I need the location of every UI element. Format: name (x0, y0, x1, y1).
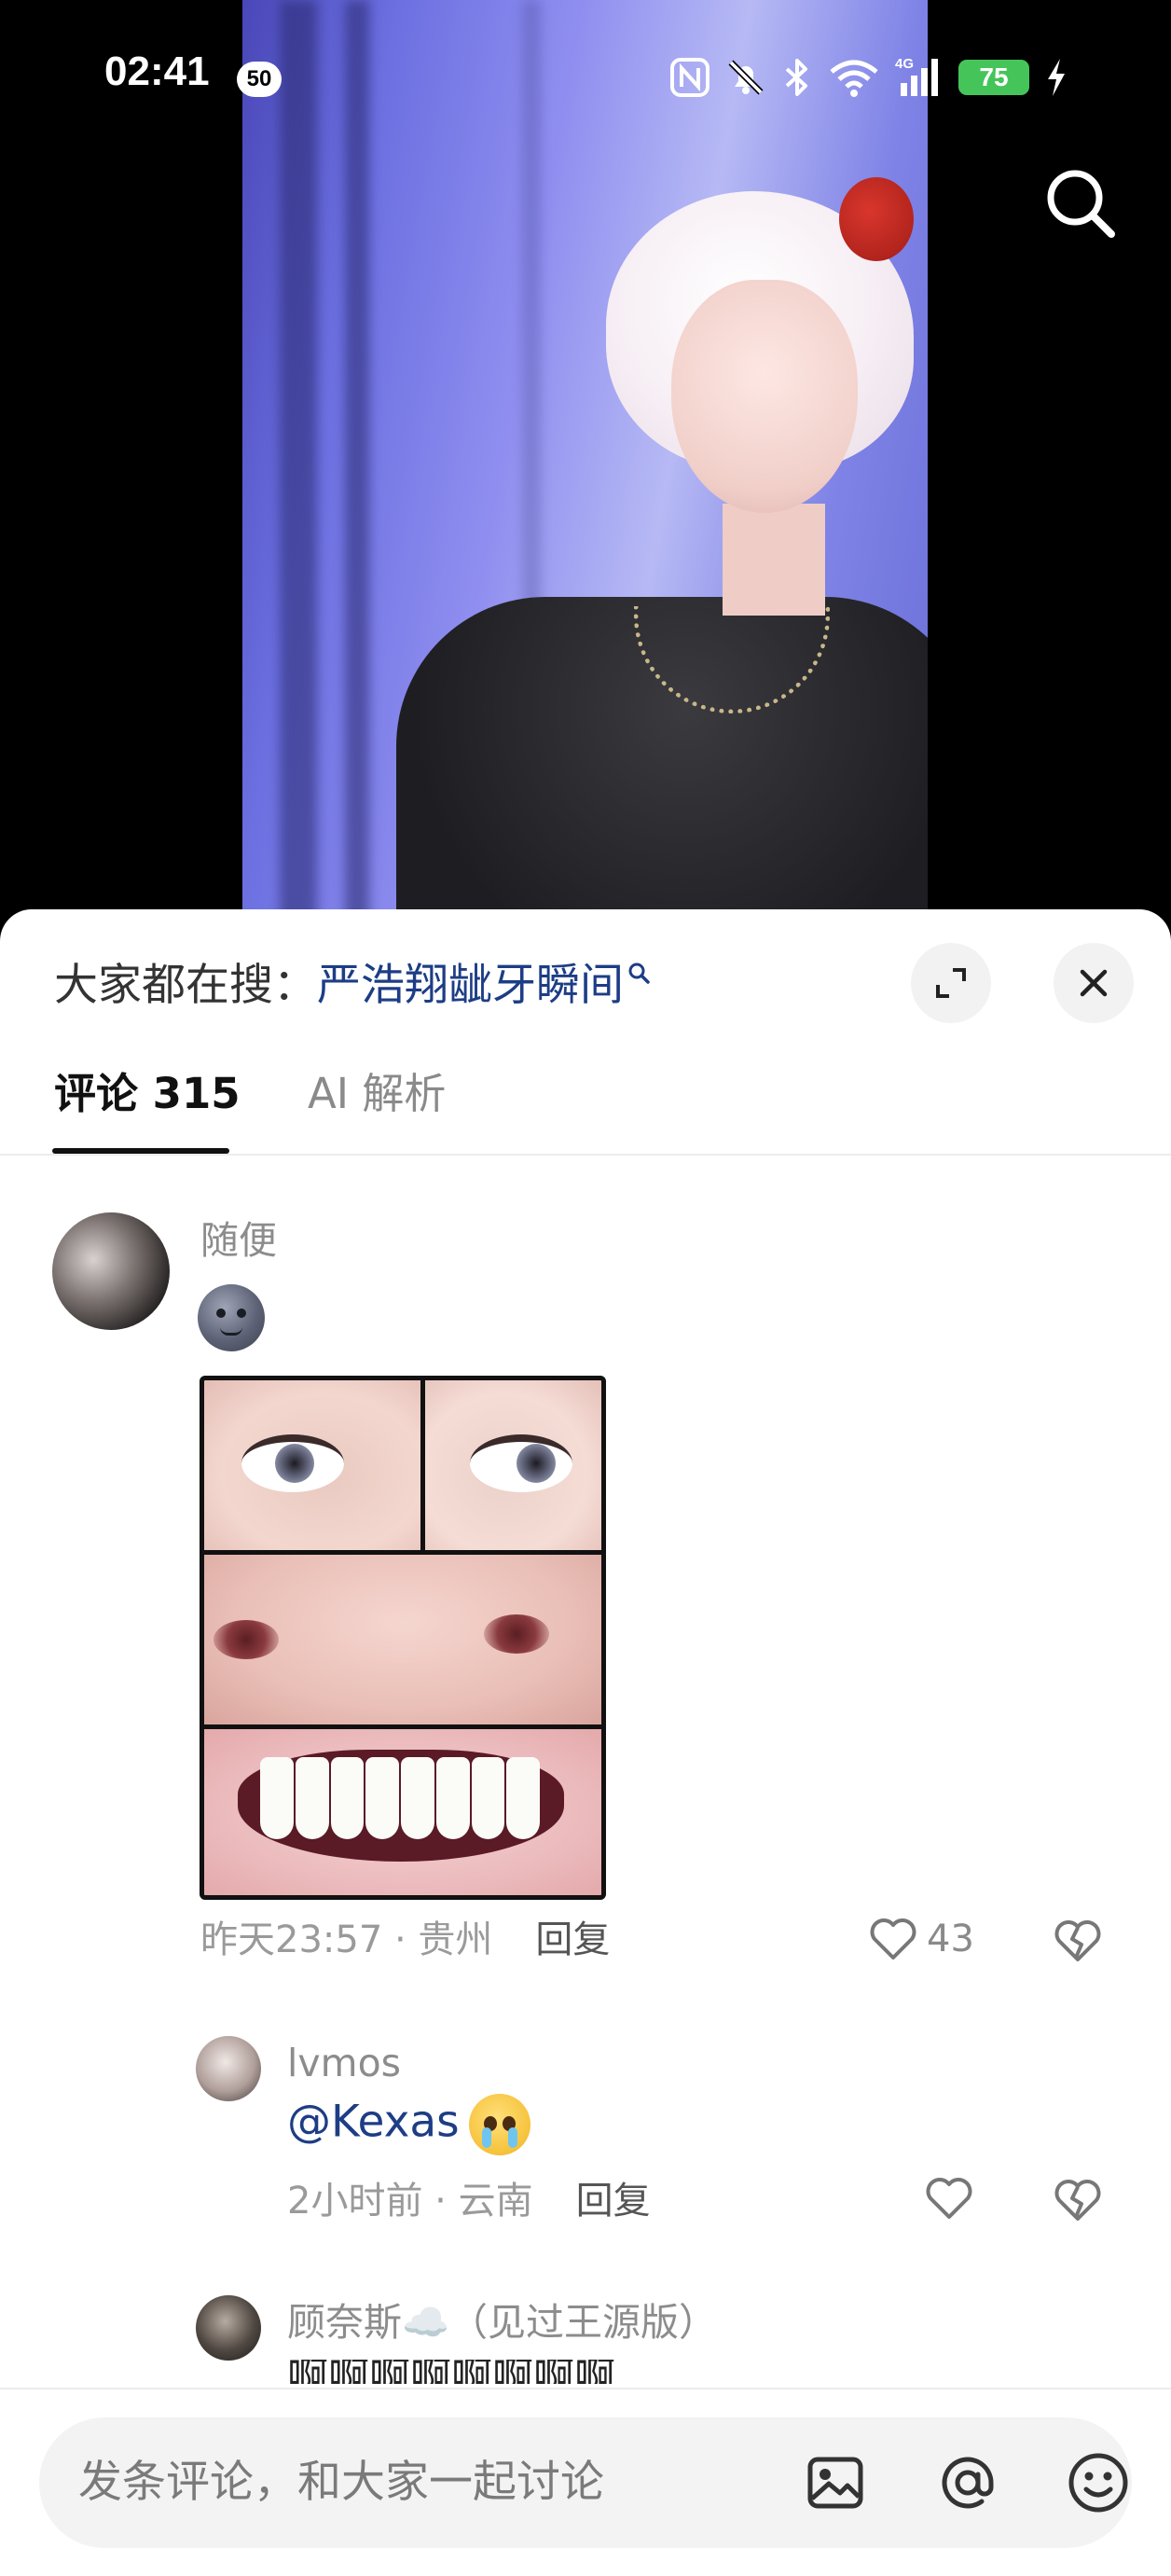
comment-sheet: 大家都在搜：严浩翔龇牙瞬间 评论 315 AI 解析 随便 昨天23:57 · … (0, 909, 1171, 2574)
comment-input-placeholder: 发条评论，和大家一起讨论 (78, 2457, 604, 2508)
comment-time-location: 昨天23:57 · 贵州 (200, 1918, 493, 1961)
broken-heart-icon (1054, 2180, 1101, 2221)
svg-text:4G: 4G (895, 56, 914, 72)
emoji-button[interactable] (1065, 2449, 1132, 2516)
heart-icon (870, 1918, 916, 1960)
comment-username[interactable]: 随便 (200, 1217, 277, 1264)
trending-search-term[interactable]: 严浩翔龇牙瞬间 (317, 960, 624, 1011)
battery-icon: 75 (958, 60, 1029, 95)
search-icon (1047, 170, 1115, 238)
expand-icon (936, 968, 966, 998)
reply-meta: 2小时前 · 云南 回复 (287, 2178, 651, 2224)
trending-search[interactable]: 大家都在搜：严浩翔龇牙瞬间 (54, 958, 652, 1014)
avatar[interactable] (196, 2295, 261, 2361)
dislike-button[interactable] (1052, 2176, 1104, 2228)
status-time: 02:41 (104, 48, 210, 94)
like-button[interactable] (923, 2174, 975, 2223)
small-search-icon (628, 963, 650, 984)
status-icons: 4G 75 (669, 54, 1068, 101)
search-button[interactable] (1040, 163, 1121, 243)
hair-clip-bear (839, 177, 914, 261)
bluetooth-icon (785, 59, 807, 96)
collage-teeth (204, 1729, 601, 1895)
avatar[interactable] (196, 2036, 261, 2101)
notification-count-badge: 50 (237, 62, 282, 97)
at-icon (942, 2457, 994, 2509)
reply-text: @Kexas (287, 2094, 530, 2155)
dislike-button[interactable] (1052, 1917, 1104, 1969)
reply-username[interactable]: lvmos (287, 2040, 401, 2086)
charging-icon (1048, 59, 1065, 96)
person-face (671, 280, 858, 513)
signal-4g-icon: 4G (895, 56, 938, 96)
reply-time-location: 2小时前 · 云南 (287, 2180, 533, 2223)
reply-username[interactable]: 顾奈斯☁️（见过王源版） (287, 2299, 717, 2346)
close-button[interactable] (1054, 943, 1134, 1023)
image-button[interactable] (802, 2449, 869, 2516)
comment-input[interactable]: 发条评论，和大家一起讨论 (39, 2417, 1132, 2548)
crying-face-emoji (468, 2094, 530, 2155)
comment-tabs: 评论 315 AI 解析 (0, 1068, 1171, 1156)
comment-image[interactable] (200, 1376, 606, 1900)
reply-button[interactable]: 回复 (535, 1918, 610, 1961)
reply-text: 啊啊啊啊啊啊啊啊 (287, 2360, 615, 2384)
trending-search-prefix: 大家都在搜： (54, 960, 317, 1011)
image-icon (807, 2457, 863, 2509)
active-tab-indicator (52, 1148, 229, 1154)
mention-button[interactable] (934, 2449, 1001, 2516)
like-button[interactable]: 43 (867, 1915, 974, 1963)
collage-eye-left (204, 1380, 420, 1550)
like-count: 43 (927, 1918, 974, 1960)
avatar[interactable] (52, 1212, 170, 1330)
expand-button[interactable] (911, 943, 991, 1023)
heart-icon (926, 2178, 972, 2219)
mention-link[interactable]: @Kexas (287, 2097, 460, 2148)
broken-heart-icon (1054, 1920, 1101, 1961)
comment-meta: 昨天23:57 · 贵州 回复 (200, 1917, 610, 1963)
collage-eye-right (425, 1380, 601, 1550)
tab-ai-analysis[interactable]: AI 解析 (308, 1068, 446, 1154)
reply-button[interactable]: 回复 (576, 2180, 651, 2223)
moon-face-emoji (198, 1284, 265, 1351)
status-bar: 02:41 50 4G 75 (0, 0, 1171, 159)
close-icon (1080, 969, 1108, 997)
nfc-icon (670, 58, 709, 97)
emoji-icon (1068, 2453, 1128, 2513)
collage-nose (204, 1555, 601, 1724)
bell-muted-icon (728, 60, 764, 95)
tab-comments[interactable]: 评论 315 (54, 1068, 241, 1154)
wifi-icon (830, 60, 878, 97)
comment-input-bar: 发条评论，和大家一起讨论 (0, 2388, 1171, 2576)
